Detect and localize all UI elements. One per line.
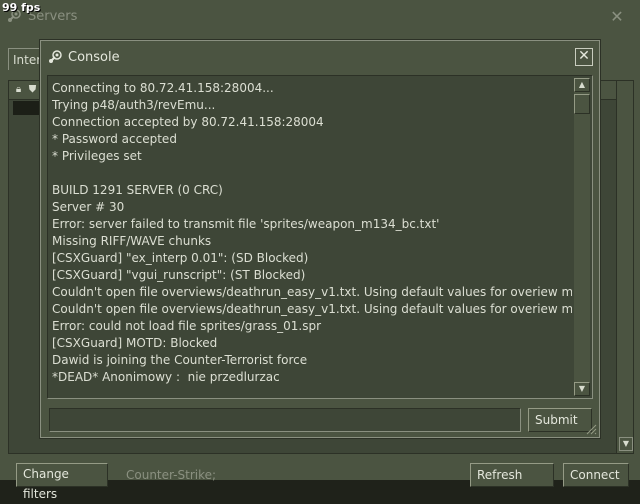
- console-line: Error: server failed to transmit file 's…: [52, 217, 440, 231]
- scroll-thumb[interactable]: [574, 94, 590, 114]
- console-line: *DEAD* Anonimowy : nie przedlurzac: [52, 370, 280, 384]
- console-line: [CSXGuard] "ex_interp 0.01": (SD Blocked…: [52, 251, 309, 265]
- refresh-button[interactable]: Refresh: [470, 463, 554, 487]
- console-line: Error: could not load file sprites/grass…: [52, 319, 322, 333]
- fps-counter: 99 fps: [2, 1, 41, 14]
- console-line: Connection accepted by 80.72.41.158:2800…: [52, 115, 324, 129]
- console-line: [CSXGuard] "vgui_runscript": (ST Blocked…: [52, 268, 306, 282]
- lock-icon[interactable]: 🔒︎: [13, 84, 24, 95]
- change-filters-button[interactable]: Change filters: [16, 463, 108, 501]
- console-line: Couldn't open file overviews/deathrun_ea…: [52, 302, 572, 316]
- console-line: Server # 30: [52, 200, 125, 214]
- console-lines: Connecting to 80.72.41.158:28004... Tryin…: [52, 80, 572, 386]
- shield-icon[interactable]: ⛊: [27, 84, 38, 95]
- close-icon[interactable]: ✕: [575, 48, 593, 66]
- console-output[interactable]: Connecting to 80.72.41.158:28004... Tryin…: [47, 75, 593, 399]
- arrow-down-icon[interactable]: ▼: [574, 382, 590, 396]
- connect-button[interactable]: Connect: [563, 463, 629, 487]
- console-line: BUILD 1291 SERVER (0 CRC): [52, 183, 223, 197]
- console-command-input[interactable]: [49, 408, 521, 432]
- console-line: Connecting to 80.72.41.158:28004...: [52, 81, 274, 95]
- arrow-down-icon[interactable]: ▼: [619, 437, 633, 451]
- console-window: Console ✕ Connecting to 80.72.41.158:280…: [40, 40, 600, 438]
- console-line: Dawid is joining the Counter-Terrorist f…: [52, 353, 308, 367]
- console-line: Couldn't open file overviews/deathrun_ea…: [52, 285, 572, 299]
- console-line: * Password accepted: [52, 132, 177, 146]
- console-title: Console: [68, 50, 120, 65]
- close-icon[interactable]: ✕: [608, 8, 626, 26]
- server-list-scrollbar[interactable]: ▼: [616, 81, 633, 453]
- submit-button[interactable]: Submit: [528, 408, 592, 432]
- arrow-up-icon[interactable]: ▲: [574, 78, 590, 92]
- console-line: * Privileges set: [52, 149, 142, 163]
- resize-grip-icon[interactable]: [585, 423, 597, 435]
- console-line: Trying p48/auth3/revEmu...: [52, 98, 216, 112]
- console-scrollbar[interactable]: ▲ ▼: [574, 78, 590, 396]
- console-line: [CSXGuard] MOTD: Blocked: [52, 336, 218, 350]
- steam-logo-icon: [49, 50, 62, 63]
- console-line: Missing RIFF/WAVE chunks: [52, 234, 212, 248]
